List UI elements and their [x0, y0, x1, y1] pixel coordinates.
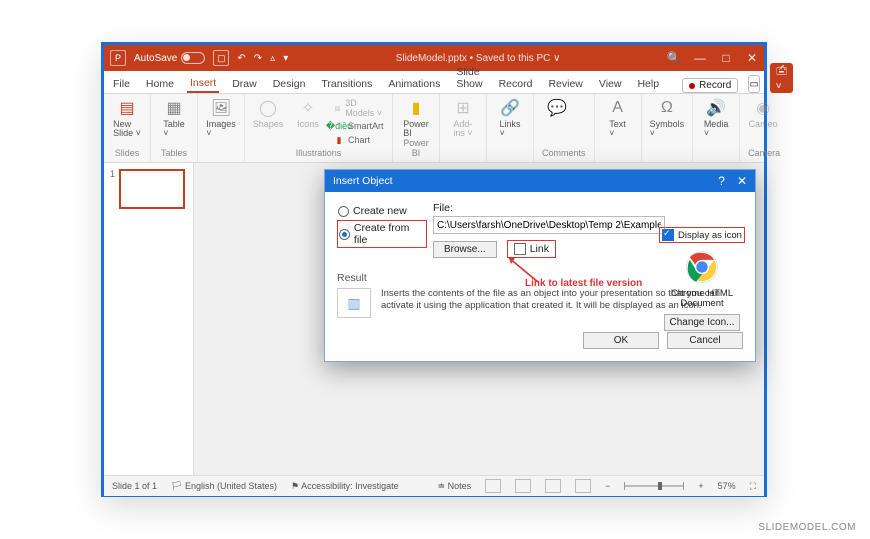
- fit-window-icon[interactable]: ⛶: [750, 481, 756, 492]
- zoom-slider[interactable]: [624, 485, 684, 487]
- insert-object-dialog: Insert Object ? ✕ Create new Create from…: [324, 169, 756, 362]
- tab-design[interactable]: Design: [270, 78, 309, 93]
- status-bar: Slide 1 of 1 🏳 English (United States) ⚑…: [104, 475, 764, 496]
- zoom-out-icon[interactable]: −: [605, 481, 610, 491]
- ribbon-insert: ▤New Slide ˅ Slides ▦Table ˅ Tables 🖼Ima…: [104, 94, 764, 163]
- title-bar: P AutoSave ▢ ↶ ↷ ▵ ▾ SlideModel.pptx • S…: [104, 45, 764, 71]
- annotation-text: Link to latest file version: [525, 278, 642, 289]
- redo-icon[interactable]: ↷: [254, 53, 262, 64]
- create-new-radio[interactable]: Create new: [337, 204, 427, 218]
- thumbnail-pane[interactable]: 1: [104, 163, 194, 475]
- tab-view[interactable]: View: [596, 78, 625, 93]
- zoom-in-icon[interactable]: +: [698, 481, 703, 491]
- tab-help[interactable]: Help: [634, 78, 662, 93]
- file-path-input[interactable]: [433, 216, 665, 234]
- text-button[interactable]: AText ˅: [603, 98, 633, 138]
- powerbi-button[interactable]: ▮Power BI: [401, 98, 431, 138]
- save-icon[interactable]: ▢: [213, 50, 229, 66]
- normal-view-icon[interactable]: [485, 479, 501, 493]
- links-button[interactable]: 🔗Links ˅: [495, 98, 525, 138]
- language-status[interactable]: 🏳 English (United States): [171, 481, 277, 492]
- slideshow-view-icon[interactable]: [575, 479, 591, 493]
- powerpoint-window: P AutoSave ▢ ↶ ↷ ▵ ▾ SlideModel.pptx • S…: [101, 42, 767, 497]
- create-from-file-radio[interactable]: Create from file: [337, 220, 427, 248]
- accessibility-status[interactable]: ⚑ Accessibility: Investigate: [291, 481, 399, 492]
- document-title: SlideModel.pptx • Saved to this PC ∨: [288, 53, 668, 64]
- tab-home[interactable]: Home: [143, 78, 177, 93]
- shapes-button[interactable]: ◯Shapes: [253, 98, 283, 129]
- minimize-icon[interactable]: —: [694, 52, 706, 64]
- browse-button[interactable]: Browse...: [433, 241, 497, 258]
- display-as-icon-checkbox[interactable]: Display as icon: [659, 227, 745, 243]
- undo-icon[interactable]: ↶: [237, 53, 245, 64]
- dialog-titlebar[interactable]: Insert Object ? ✕: [325, 170, 755, 192]
- work-area: 1 Insert Object ? ✕ Create new Create fr…: [104, 163, 764, 475]
- ribbon-tabs: File Home Insert Draw Design Transitions…: [104, 71, 764, 94]
- tab-file[interactable]: File: [110, 78, 133, 93]
- autosave-toggle[interactable]: AutoSave: [134, 52, 205, 64]
- slide-1-thumb[interactable]: [119, 169, 185, 209]
- toggle-off-icon[interactable]: [181, 52, 205, 64]
- tab-animations[interactable]: Animations: [385, 78, 443, 93]
- comments-pane-button[interactable]: ▭: [748, 75, 759, 93]
- change-icon-button[interactable]: Change Icon...: [664, 314, 739, 331]
- slide-counter[interactable]: Slide 1 of 1: [112, 481, 157, 491]
- share-button[interactable]: 🖆 ˅: [770, 63, 794, 93]
- reading-view-icon[interactable]: [545, 479, 561, 493]
- cancel-button[interactable]: Cancel: [667, 332, 743, 349]
- zoom-level[interactable]: 57%: [718, 481, 736, 491]
- sorter-view-icon[interactable]: [515, 479, 531, 493]
- start-show-icon[interactable]: ▵: [270, 53, 275, 64]
- tab-slideshow[interactable]: Slide Show: [453, 66, 485, 93]
- slide-canvas[interactable]: Insert Object ? ✕ Create new Create from…: [194, 163, 764, 475]
- checkbox-checked-icon[interactable]: [662, 229, 674, 241]
- record-dot-icon: [689, 83, 695, 89]
- maximize-icon[interactable]: □: [720, 52, 732, 64]
- notes-button[interactable]: ≐ Notes: [438, 481, 472, 492]
- slide-thumbnail[interactable]: 1: [110, 169, 187, 209]
- media-button[interactable]: 🔊Media ˅: [701, 98, 731, 138]
- icons-button[interactable]: ✧Icons: [293, 98, 323, 129]
- icon-caption: Chrome HTML Document: [659, 289, 745, 310]
- file-label: File:: [433, 202, 665, 214]
- addins-button[interactable]: ⊞Add- ins ˅: [448, 98, 478, 138]
- tab-review[interactable]: Review: [545, 78, 585, 93]
- tab-insert[interactable]: Insert: [187, 77, 219, 93]
- autosave-label: AutoSave: [134, 53, 177, 64]
- tab-draw[interactable]: Draw: [229, 78, 260, 93]
- dialog-title: Insert Object: [333, 175, 393, 187]
- result-chart-icon: ▥: [337, 288, 371, 318]
- cameo-button[interactable]: ◉Cameo: [748, 98, 778, 129]
- smartart-button[interactable]: �điềuSmartArt: [333, 120, 384, 132]
- new-slide-button[interactable]: ▤New Slide ˅: [112, 98, 142, 138]
- images-button[interactable]: 🖼Images ˅: [206, 98, 236, 138]
- 3d-models-button[interactable]: ⧈3D Models ˅: [333, 98, 384, 118]
- search-icon[interactable]: 🔍: [668, 52, 680, 64]
- comment-button[interactable]: 💬: [542, 98, 572, 120]
- tab-transitions[interactable]: Transitions: [318, 78, 375, 93]
- dialog-help-icon[interactable]: ?: [718, 174, 725, 188]
- app-icon: P: [110, 50, 126, 66]
- dialog-close-icon[interactable]: ✕: [737, 174, 747, 188]
- close-icon[interactable]: ✕: [746, 52, 758, 64]
- tab-record[interactable]: Record: [496, 78, 536, 93]
- chart-button[interactable]: ▮Chart: [333, 134, 384, 146]
- watermark: SLIDEMODEL.COM: [758, 522, 856, 533]
- chrome-icon: [685, 250, 719, 284]
- record-button[interactable]: Record: [682, 78, 738, 93]
- ok-button[interactable]: OK: [583, 332, 659, 349]
- table-button[interactable]: ▦Table ˅: [159, 98, 189, 138]
- symbols-button[interactable]: ΩSymbols ˅: [650, 98, 685, 138]
